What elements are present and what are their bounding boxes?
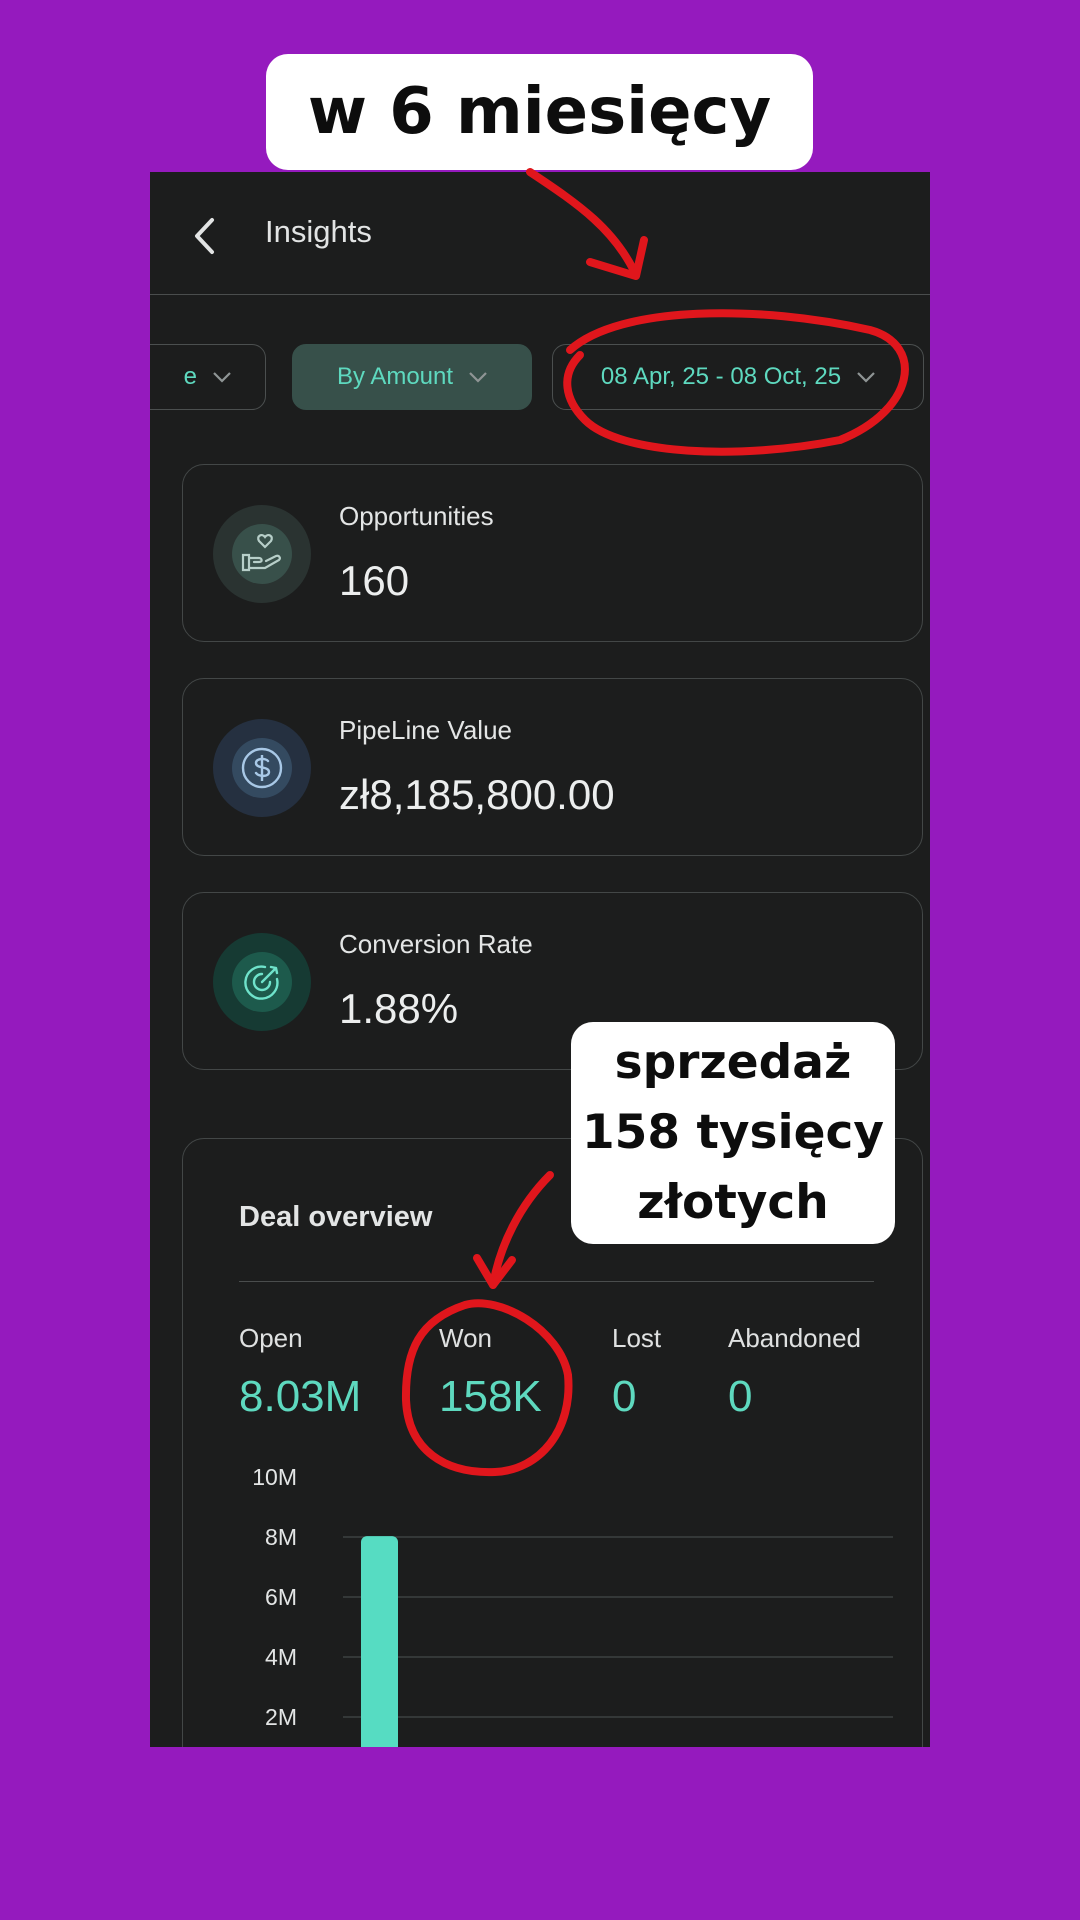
metric-lost[interactable]: Lost 0 (612, 1323, 661, 1422)
y-tick-label: 10M (252, 1464, 297, 1490)
filter-label: e (183, 363, 197, 390)
opportunities-card[interactable]: Opportunities 160 (182, 464, 923, 642)
filter-by-amount[interactable]: By Amount (292, 344, 532, 410)
back-button[interactable] (186, 216, 226, 256)
pipeline-value-label: PipeLine Value (339, 715, 512, 745)
page-title: Insights (265, 214, 372, 249)
chevron-down-icon (213, 371, 231, 383)
app-bar: Insights (150, 172, 930, 295)
side-caption: sprzedaż 158 tysięcy złotych (571, 1022, 895, 1244)
chevron-left-icon (195, 218, 214, 254)
divider (239, 1281, 874, 1282)
opportunities-icon-badge (213, 505, 311, 603)
target-arrow-icon (244, 965, 279, 1000)
date-range-filter[interactable]: 08 Apr, 25 - 08 Oct, 25 (552, 344, 924, 410)
metric-label: Abandoned (728, 1323, 862, 1353)
metric-label: Open (239, 1323, 303, 1353)
top-caption: w 6 miesięcy (266, 54, 813, 170)
deal-overview-chart: 10M 8M 6M 4M 2M (252, 1464, 893, 1747)
y-tick-label: 2M (265, 1704, 297, 1730)
chart-bar[interactable] (361, 1536, 398, 1747)
app-screen: Insights e By Amount 08 Apr, 25 - 08 Oct… (150, 172, 930, 1747)
metric-value: 0 (612, 1372, 637, 1421)
dollar-circle-icon (241, 747, 283, 789)
date-range-label: 08 Apr, 25 - 08 Oct, 25 (600, 363, 842, 390)
metric-label: Won (439, 1323, 492, 1353)
chevron-down-icon (469, 371, 487, 383)
hand-heart-icon (241, 534, 281, 572)
metric-abandoned[interactable]: Abandoned 0 (728, 1323, 861, 1422)
chevron-down-icon (857, 371, 875, 383)
metric-value: 158K (439, 1372, 542, 1421)
filter-label: By Amount (336, 363, 454, 390)
filter-chip-hidden[interactable]: e (150, 344, 266, 410)
metric-value: 0 (728, 1372, 753, 1421)
metric-open[interactable]: Open 8.03M (239, 1323, 361, 1422)
y-tick-label: 8M (265, 1524, 297, 1550)
y-tick-label: 6M (265, 1584, 297, 1610)
pipeline-value-amount: zł8,185,800.00 (339, 771, 615, 818)
pipeline-icon-badge (213, 719, 311, 817)
opportunities-value: 160 (339, 557, 410, 604)
metric-value: 8.03M (239, 1372, 362, 1421)
conversion-rate-value: 1.88% (339, 985, 459, 1032)
conversion-icon-badge (213, 933, 311, 1031)
opportunities-label: Opportunities (339, 501, 494, 531)
metric-label: Lost (612, 1323, 662, 1353)
deal-overview-title: Deal overview (239, 1201, 433, 1233)
pipeline-value-card[interactable]: PipeLine Value zł8,185,800.00 (182, 678, 923, 856)
metric-won[interactable]: Won 158K (439, 1323, 542, 1422)
y-tick-label: 4M (265, 1644, 297, 1670)
conversion-rate-label: Conversion Rate (339, 929, 533, 959)
